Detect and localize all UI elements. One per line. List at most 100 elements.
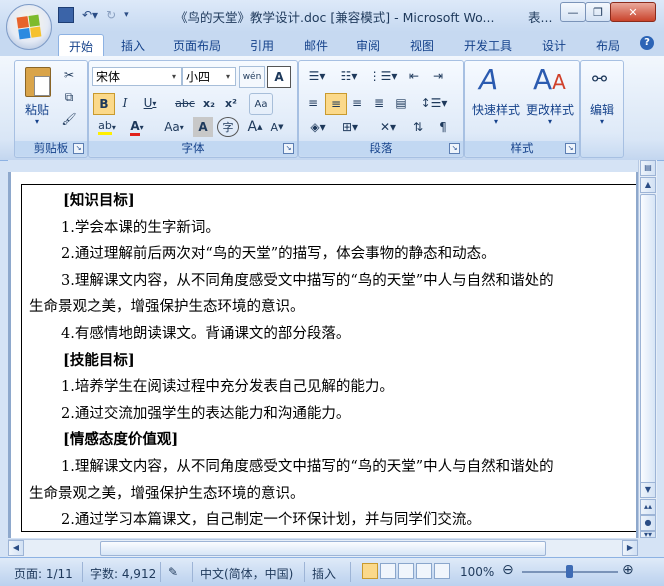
paragraph-line[interactable]: 4.有感情地朗读课文。背诵课文的部分段落。 <box>61 322 350 343</box>
borders-icon[interactable]: ⊞▾ <box>335 117 365 137</box>
font-name-combo[interactable]: 宋体 ▾ <box>92 67 182 86</box>
browse-object-icon[interactable]: ● <box>640 515 656 531</box>
change-styles-button[interactable]: AA 更改样式 ▾ <box>523 63 577 133</box>
tab-references[interactable]: 引用 <box>240 35 284 55</box>
print-layout-view-icon[interactable] <box>362 563 378 579</box>
document-area[interactable]: [知识目标] 1.学会本课的生字新词。 2.通过理解前后两次对“鸟的天堂”的描写，体… <box>8 172 638 538</box>
vertical-scrollbar[interactable]: ▤ ▲ ▼ ▴▴ ● ▾▾ <box>638 160 657 539</box>
minimize-button[interactable]: — <box>560 2 586 22</box>
align-center-icon[interactable]: ≡ <box>325 93 347 115</box>
character-border-button[interactable]: A <box>267 66 291 88</box>
paragraph-line[interactable]: 生命景观之美，增强保护生态环境的意识。 <box>29 482 305 503</box>
language-indicator[interactable]: 中文(简体，中国) <box>200 565 293 582</box>
scroll-down-icon[interactable]: ▼ <box>640 482 656 498</box>
full-screen-reading-view-icon[interactable] <box>380 563 396 579</box>
tab-page-layout[interactable]: 页面布局 <box>164 35 230 55</box>
web-layout-view-icon[interactable] <box>398 563 414 579</box>
bold-button[interactable]: B <box>93 93 115 115</box>
proofing-icon[interactable]: ✎ <box>168 565 178 579</box>
zoom-slider-thumb[interactable] <box>566 565 573 578</box>
undo-icon[interactable]: ↶▾ <box>82 8 98 22</box>
justify-icon[interactable]: ≣ <box>369 93 389 113</box>
ruler-toggle-icon[interactable]: ▤ <box>640 160 656 176</box>
horizontal-scroll-thumb[interactable] <box>100 541 546 556</box>
enclose-characters-button[interactable]: 字 <box>217 117 239 137</box>
italic-button[interactable]: I <box>115 93 135 113</box>
align-left-icon[interactable]: ≡ <box>303 93 323 113</box>
copy-icon[interactable]: ⧉ <box>59 87 79 107</box>
outline-view-icon[interactable] <box>416 563 432 579</box>
draft-view-icon[interactable] <box>434 563 450 579</box>
character-shading-button[interactable]: A <box>193 117 213 137</box>
paragraph-line[interactable]: 1.理解课文内容，从不同角度感受文中描写的“鸟的天堂”中人与自然和谐处的 <box>61 455 554 476</box>
insert-mode-indicator[interactable]: 插入 <box>312 565 336 582</box>
scroll-up-icon[interactable]: ▲ <box>640 177 656 193</box>
tab-view[interactable]: 视图 <box>400 35 444 55</box>
numbering-icon[interactable]: ☷▾ <box>335 66 363 86</box>
paragraph-line[interactable]: 1.学会本课的生字新词。 <box>61 216 220 237</box>
change-case-button[interactable]: Aa ▾ <box>159 117 189 137</box>
show-formatting-icon[interactable]: ¶ <box>433 117 453 137</box>
page-count[interactable]: 页面: 1/11 <box>14 565 73 582</box>
section-heading[interactable]: [技能目标] <box>63 349 135 370</box>
vertical-scroll-thumb[interactable] <box>640 194 656 494</box>
scroll-left-icon[interactable]: ◀ <box>8 540 24 556</box>
styles-launcher-icon[interactable]: ↘ <box>565 143 576 154</box>
paragraph-launcher-icon[interactable]: ↘ <box>449 143 460 154</box>
paragraph-line[interactable]: 3.理解课文内容，从不同角度感受文中描写的“鸟的天堂”中人与自然和谐处的 <box>61 269 554 290</box>
cut-icon[interactable]: ✂ <box>59 65 79 85</box>
shading-icon[interactable]: ◈▾ <box>303 117 333 137</box>
tab-developer[interactable]: 开发工具 <box>456 35 520 55</box>
save-icon[interactable] <box>58 7 74 23</box>
zoom-in-icon[interactable]: ⊕ <box>622 562 634 578</box>
horizontal-scrollbar[interactable]: ◀ ▶ <box>8 539 638 558</box>
multilevel-list-icon[interactable]: ⋮☰▾ <box>367 66 399 86</box>
close-button[interactable]: ✕ <box>610 2 656 22</box>
document-page[interactable]: [知识目标] 1.学会本课的生字新词。 2.通过理解前后两次对“鸟的天堂”的描写，体… <box>11 172 636 538</box>
tab-home[interactable]: 开始 <box>58 34 104 57</box>
restore-button[interactable]: ❐ <box>585 2 611 22</box>
underline-button[interactable]: U ▾ <box>137 93 163 113</box>
increase-indent-icon[interactable]: ⇥ <box>427 66 449 86</box>
bullets-icon[interactable]: ☰▾ <box>303 66 331 86</box>
section-heading[interactable]: [情感态度价值观] <box>63 428 178 449</box>
section-heading[interactable]: [知识目标] <box>63 189 135 210</box>
distributed-icon[interactable]: ▤ <box>391 93 411 113</box>
sort-icon[interactable]: ⇅ <box>407 117 429 137</box>
shrink-font-button[interactable]: A ▼ <box>267 117 287 137</box>
align-right-icon[interactable]: ≡ <box>347 93 367 113</box>
scroll-right-icon[interactable]: ▶ <box>622 540 638 556</box>
editing-button[interactable]: ⚯ 编辑 ▾ <box>583 63 621 133</box>
grow-font-button[interactable]: A ▲ <box>245 117 265 137</box>
paragraph-line[interactable]: 1.培养学生在阅读过程中充分发表自己见解的能力。 <box>61 375 394 396</box>
next-page-icon[interactable]: ▾▾ <box>640 531 656 539</box>
superscript-button[interactable]: x² <box>221 93 241 113</box>
paragraph-line[interactable]: 2.通过理解前后两次对“鸟的天堂”的描写，体会事物的静态和动态。 <box>61 242 496 263</box>
word-count[interactable]: 字数: 4,912 <box>90 565 156 582</box>
zoom-out-icon[interactable]: ⊖ <box>502 562 514 578</box>
paste-button[interactable]: 粘贴 ▾ <box>19 65 55 127</box>
tab-design[interactable]: 设计 <box>532 35 576 55</box>
font-color-button[interactable]: A ▾ <box>125 117 149 137</box>
format-painter-icon[interactable]: 🖌 <box>59 109 79 129</box>
decrease-indent-icon[interactable]: ⇤ <box>403 66 425 86</box>
clipboard-launcher-icon[interactable]: ↘ <box>73 143 84 154</box>
tab-review[interactable]: 审阅 <box>346 35 390 55</box>
paragraph-line[interactable]: 2.通过交流加强学生的表达能力和沟通能力。 <box>61 402 350 423</box>
subscript-button[interactable]: x₂ <box>199 93 219 113</box>
strikethrough-button[interactable]: abc <box>173 93 197 113</box>
tab-mailings[interactable]: 邮件 <box>294 35 338 55</box>
paragraph-line[interactable]: 生命景观之美，增强保护生态环境的意识。 <box>29 295 305 316</box>
phonetic-guide-button[interactable]: wén <box>239 66 265 88</box>
paragraph-line[interactable]: 2.通过学习本篇课文，自己制定一个环保计划，并与同学们交流。 <box>61 508 481 529</box>
redo-icon[interactable]: ↻ <box>106 8 116 22</box>
quick-styles-button[interactable]: A 快速样式 ▾ <box>469 63 523 133</box>
font-size-combo[interactable]: 小四 ▾ <box>182 67 236 86</box>
zoom-level[interactable]: 100% <box>460 565 494 579</box>
help-icon[interactable]: ? <box>640 36 654 50</box>
highlight-button[interactable]: ab ▾ <box>93 117 121 137</box>
previous-page-icon[interactable]: ▴▴ <box>640 499 656 515</box>
clear-formatting-button[interactable]: Aa <box>249 93 273 115</box>
office-button[interactable] <box>6 4 52 50</box>
chinese-layout-icon[interactable]: ✕▾ <box>373 117 403 137</box>
